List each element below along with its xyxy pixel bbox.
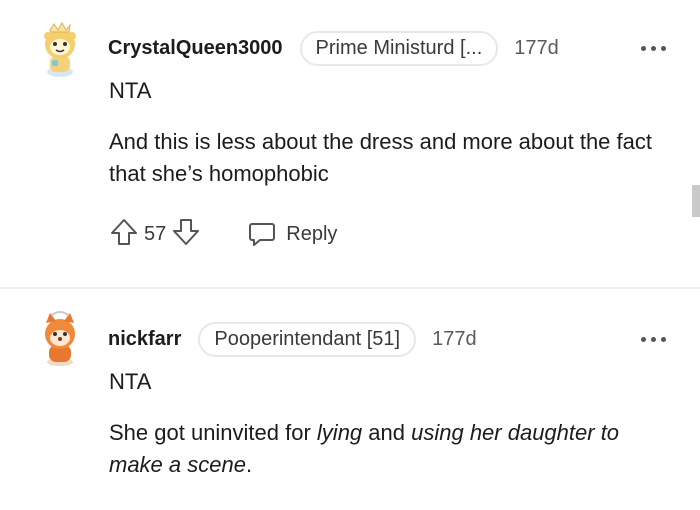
- comment: nickfarr Pooperintendant [51] 177d NTA S…: [0, 289, 700, 510]
- upvote-icon[interactable]: [108, 216, 140, 253]
- downvote-icon[interactable]: [170, 216, 202, 253]
- more-options-icon[interactable]: [641, 335, 669, 343]
- user-avatar[interactable]: [36, 309, 84, 367]
- username-link[interactable]: CrystalQueen3000: [108, 37, 283, 60]
- snoo-avatar-crown-icon: [44, 21, 76, 77]
- user-avatar[interactable]: [36, 20, 84, 78]
- comment-verdict: NTA: [109, 78, 152, 103]
- more-options-icon[interactable]: [641, 44, 669, 52]
- comment-verdict: NTA: [109, 369, 152, 394]
- user-flair: Prime Ministurd [...: [299, 30, 499, 66]
- body-text-segment: .: [245, 452, 253, 477]
- comment-actions: 57 Reply: [108, 216, 337, 252]
- comment-age: 177d: [514, 36, 559, 59]
- comment-bubble-icon: [249, 223, 276, 246]
- vote-score: 57: [144, 222, 167, 245]
- comment-header: CrystalQueen3000 Prime Ministurd [... 17…: [108, 30, 559, 66]
- body-text-segment: and: [362, 420, 412, 445]
- comment-body: And this is less about the dress and mor…: [109, 129, 652, 186]
- snoo-avatar-fox-icon: [45, 311, 75, 366]
- comment-header: nickfarr Pooperintendant [51] 177d: [108, 321, 477, 357]
- comment: CrystalQueen3000 Prime Ministurd [... 17…: [0, 0, 700, 288]
- reply-label: Reply: [286, 222, 338, 245]
- comment-body: She got uninvited for lying and using he…: [109, 417, 669, 481]
- user-flair: Pooperintendant [51]: [198, 321, 417, 357]
- comment-age: 177d: [432, 327, 477, 350]
- reply-button[interactable]: Reply: [246, 218, 337, 250]
- body-text-segment: She got uninvited for: [109, 420, 317, 445]
- body-text-emphasis: lying: [316, 420, 363, 445]
- username-link[interactable]: nickfarr: [108, 328, 181, 351]
- scrollbar-thumb[interactable]: [692, 185, 700, 217]
